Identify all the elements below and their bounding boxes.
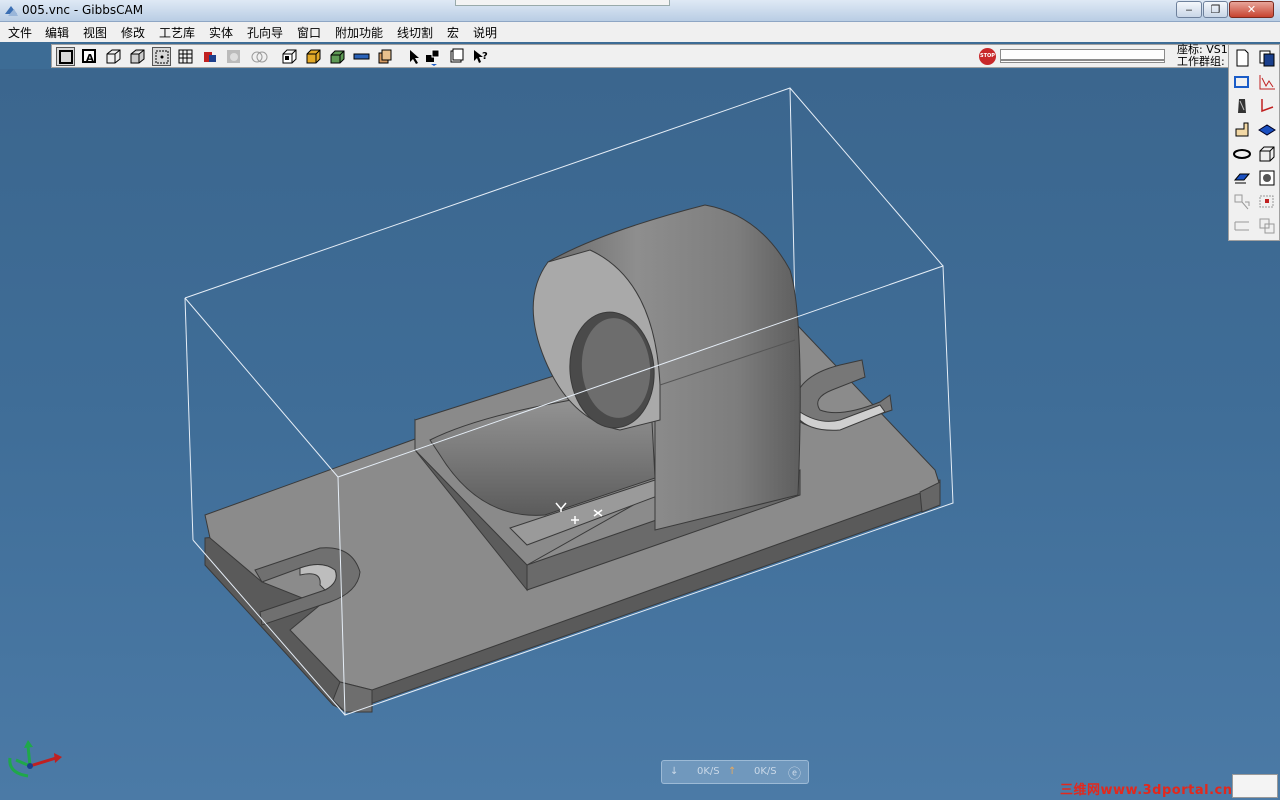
progress-bar: [1000, 49, 1165, 63]
menu-file[interactable]: 文件: [8, 24, 32, 41]
menu-process-library[interactable]: 工艺库: [159, 24, 195, 41]
wireframe-icon[interactable]: [56, 47, 75, 66]
copy-icon[interactable]: [1257, 216, 1277, 236]
svg-text:A: A: [86, 53, 94, 64]
download-arrow-icon: ↓: [670, 766, 679, 777]
menu-solids[interactable]: 实体: [209, 24, 233, 41]
close-button[interactable]: ✕: [1229, 1, 1274, 18]
rectangle-icon[interactable]: [1232, 72, 1252, 92]
main-toolbar: A ? STOP 座标: VS1 工作群组:: [51, 44, 1280, 68]
stack-view-icon[interactable]: [376, 47, 395, 66]
maximize-button[interactable]: ❐: [1203, 1, 1228, 18]
workgroup-label[interactable]: 工作群组:: [1177, 56, 1225, 67]
circles-icon[interactable]: [250, 47, 269, 66]
solid-block-icon[interactable]: [1257, 144, 1277, 164]
download-rate: 0K/S: [697, 766, 720, 777]
solid-box-icon[interactable]: [128, 47, 147, 66]
menu-bar: 文件 编辑 视图 修改 工艺库 实体 孔向导 窗口 附加功能 线切割 宏 说明: [0, 22, 1280, 42]
profile-icon[interactable]: [224, 47, 243, 66]
gibbscam-app-icon[interactable]: [3, 3, 19, 19]
machining-icon[interactable]: [1232, 120, 1252, 140]
shaded-part-icon[interactable]: [200, 47, 219, 66]
iso-box-icon[interactable]: [104, 47, 123, 66]
menu-window[interactable]: 窗口: [297, 24, 321, 41]
tool-palette: [1228, 44, 1280, 241]
menu-edit[interactable]: 编辑: [45, 24, 69, 41]
box-view-3-icon[interactable]: [328, 47, 347, 66]
corner-panel: [1232, 774, 1278, 798]
title-tab: [455, 0, 670, 6]
contour-icon[interactable]: [1232, 144, 1252, 164]
watermark-text: 三维网www.3dportal.cn: [1060, 783, 1233, 798]
3d-viewport[interactable]: [0, 69, 1280, 800]
menu-macro[interactable]: 宏: [447, 24, 459, 41]
frame-icon[interactable]: [1257, 192, 1277, 212]
layers-icon[interactable]: [1232, 216, 1252, 236]
network-status: ↓ 0K/S ↑ 0K/S ⓔ: [661, 760, 809, 784]
menu-plug-ins[interactable]: 附加功能: [335, 24, 383, 41]
help-pointer-icon[interactable]: ?: [471, 47, 490, 66]
axis-icon[interactable]: [1257, 96, 1277, 116]
browser-icon[interactable]: ⓔ: [788, 763, 801, 782]
window-title: 005.vnc - GibbsCAM: [22, 3, 144, 17]
stop-icon[interactable]: STOP: [979, 48, 996, 65]
part-stack-icon[interactable]: [447, 47, 466, 66]
minimize-button[interactable]: ‒: [1176, 1, 1202, 18]
select-point-icon[interactable]: [152, 47, 171, 66]
tool-icon[interactable]: [1232, 96, 1252, 116]
documents-icon[interactable]: [1257, 48, 1277, 68]
coordinate-system-label[interactable]: 座标: VS1: [1177, 44, 1228, 55]
pointer-icon[interactable]: [405, 47, 424, 66]
new-document-icon[interactable]: [1232, 48, 1252, 68]
text-mode-icon[interactable]: A: [80, 47, 99, 66]
grid-icon[interactable]: [176, 47, 195, 66]
menu-hole-wizard[interactable]: 孔向导: [247, 24, 283, 41]
surface-icon[interactable]: [1257, 120, 1277, 140]
upload-arrow-icon: ↑: [728, 766, 737, 777]
title-bar: 005.vnc - GibbsCAM ‒ ❐ ✕: [0, 0, 1280, 22]
box-view-2-icon[interactable]: [304, 47, 323, 66]
box-view-1-icon[interactable]: [280, 47, 299, 66]
axis-triad-icon: [8, 740, 62, 778]
menu-view[interactable]: 视图: [83, 24, 107, 41]
part-model[interactable]: [0, 69, 1280, 800]
menu-help[interactable]: 说明: [473, 24, 497, 41]
svg-text:?: ?: [482, 51, 488, 62]
upload-rate: 0K/S: [754, 766, 777, 777]
flat-view-icon[interactable]: [352, 47, 371, 66]
render-icon[interactable]: [1257, 168, 1277, 188]
transform-icon[interactable]: [1232, 192, 1252, 212]
select-tool-icon[interactable]: [423, 47, 442, 66]
menu-modify[interactable]: 修改: [121, 24, 145, 41]
feature-icon[interactable]: [1232, 168, 1252, 188]
curve-graph-icon[interactable]: [1257, 72, 1277, 92]
menu-wire-edm[interactable]: 线切割: [397, 24, 433, 41]
